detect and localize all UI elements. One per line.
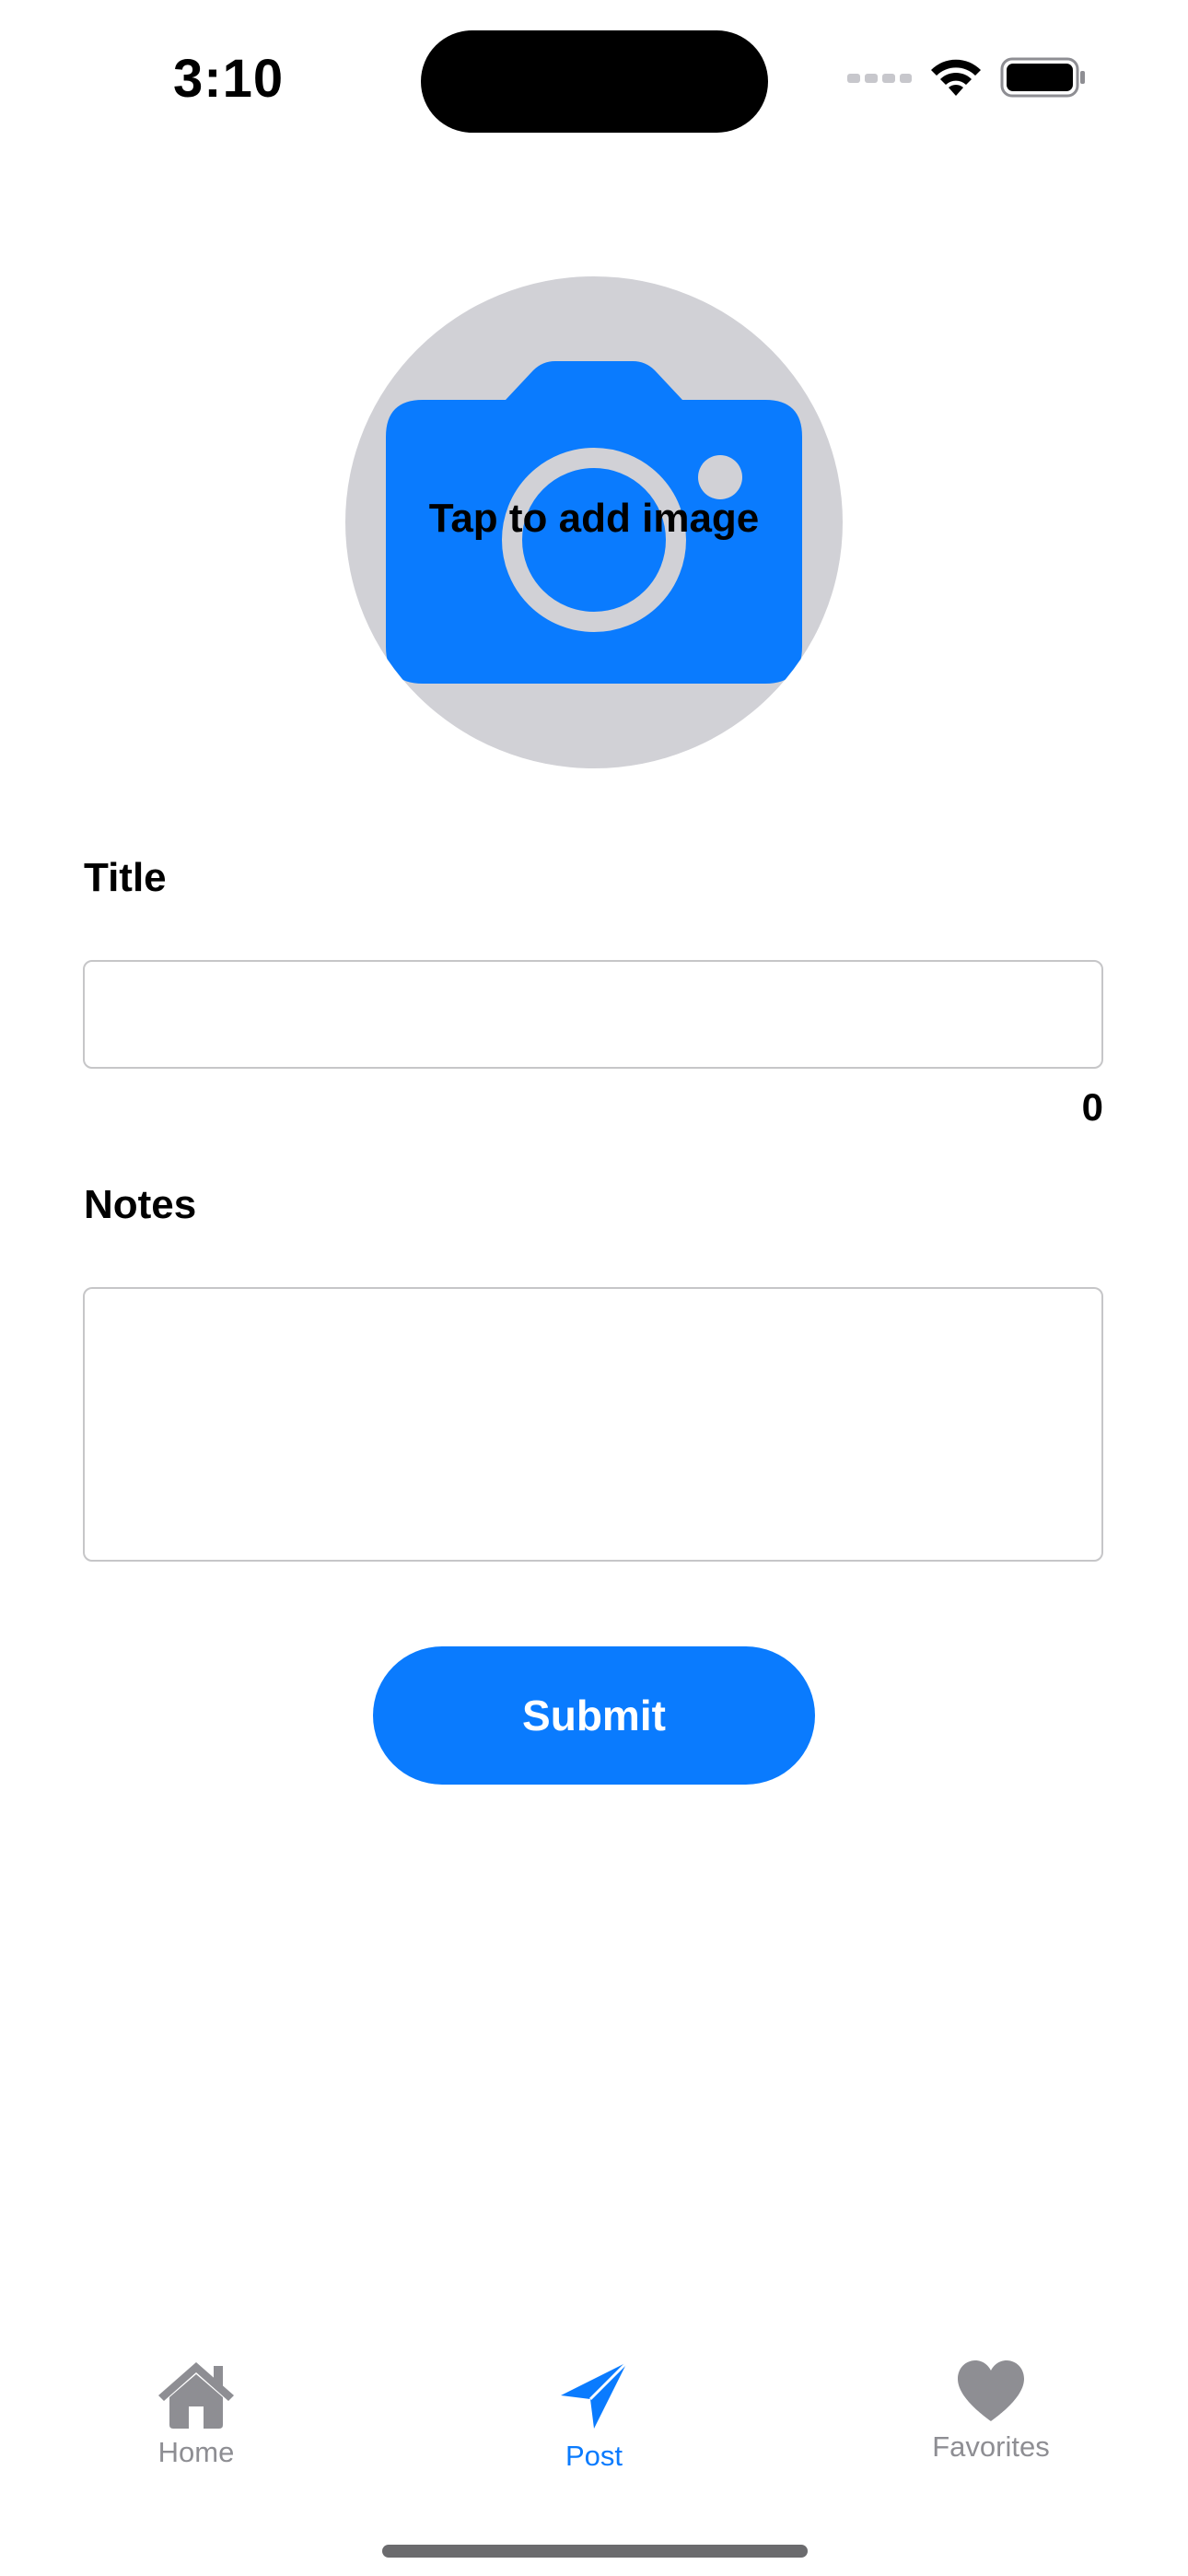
status-bar-time: 3:10 xyxy=(173,49,285,109)
image-picker-button[interactable]: Tap to add image xyxy=(345,276,843,768)
house-icon xyxy=(158,2362,234,2429)
title-label: Title xyxy=(84,855,167,900)
tab-post-label: Post xyxy=(565,2440,623,2472)
tab-home-label: Home xyxy=(157,2436,235,2468)
battery-icon xyxy=(1000,57,1087,102)
cellular-signal-icon xyxy=(847,71,912,88)
tab-favorites-label: Favorites xyxy=(932,2430,1050,2463)
notes-label: Notes xyxy=(84,1182,197,1227)
dynamic-island xyxy=(421,30,768,133)
submit-button[interactable]: Submit xyxy=(373,1646,815,1785)
home-indicator[interactable] xyxy=(382,2545,808,2558)
tab-post[interactable]: Post xyxy=(474,2359,714,2473)
wifi-icon xyxy=(928,57,984,102)
tab-home[interactable]: Home xyxy=(76,2359,316,2469)
heart-icon xyxy=(958,2360,1024,2421)
title-input[interactable] xyxy=(83,960,1103,1069)
paper-plane-icon xyxy=(561,2360,629,2429)
status-bar-icons xyxy=(847,57,1087,102)
notes-textarea[interactable] xyxy=(83,1287,1103,1562)
title-character-count: 0 xyxy=(1081,1085,1103,1129)
image-picker-label: Tap to add image xyxy=(428,496,760,541)
tab-favorites[interactable]: Favorites xyxy=(871,2359,1111,2464)
